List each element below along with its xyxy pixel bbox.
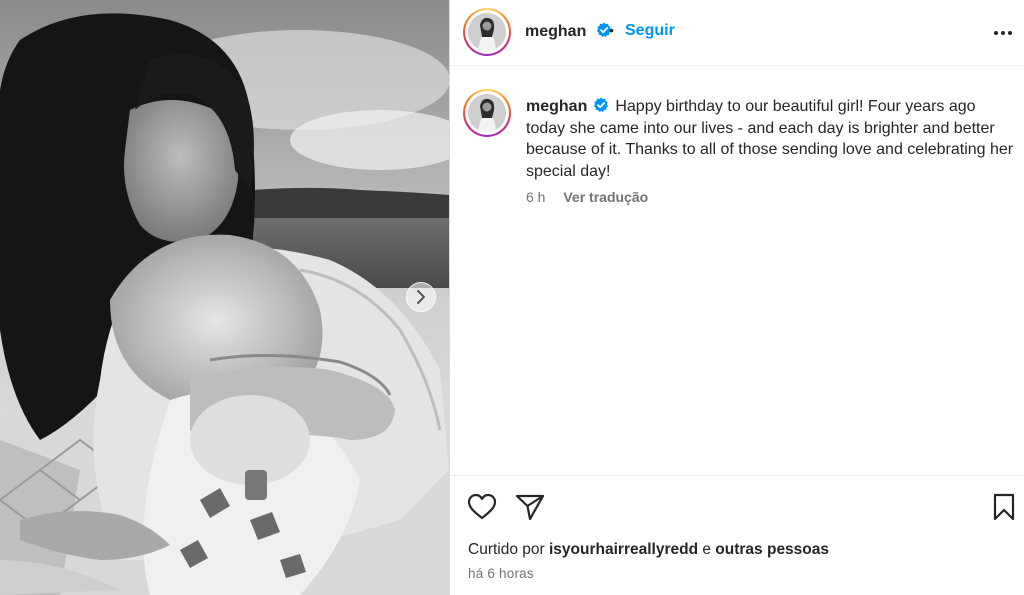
- see-translation-link[interactable]: Ver tradução: [563, 189, 648, 205]
- share-button[interactable]: [515, 493, 545, 526]
- follow-button[interactable]: Seguir: [625, 22, 675, 40]
- header-username[interactable]: meghan: [525, 23, 586, 40]
- more-options-icon: [994, 31, 1012, 35]
- likes-summary: Curtido por isyourhairreallyredd e outra…: [468, 541, 829, 559]
- post-photo[interactable]: [0, 0, 449, 595]
- like-button[interactable]: [467, 493, 497, 526]
- verified-badge-icon: [594, 97, 609, 112]
- actions-divider: [450, 475, 1024, 476]
- post-timestamp: há 6 horas: [468, 566, 534, 581]
- more-options-button[interactable]: [991, 22, 1015, 44]
- paper-plane-icon: [515, 494, 545, 521]
- caption-age: 6 h: [526, 189, 546, 205]
- heart-icon: [467, 493, 497, 520]
- profile-photo: [468, 13, 506, 51]
- header-username-group: meghan: [525, 22, 612, 41]
- caption-meta: 6 h Ver tradução: [526, 189, 648, 205]
- profile-photo: [468, 94, 506, 132]
- likes-prefix: Curtido por: [468, 541, 545, 558]
- liker-username[interactable]: isyourhairreallyredd: [549, 541, 698, 558]
- carousel-next-button[interactable]: [406, 282, 436, 312]
- likes-connector: e: [702, 541, 711, 558]
- post-details-panel: meghan • Seguir meghan Happy birthday to…: [450, 0, 1024, 595]
- post-header: meghan • Seguir: [450, 0, 1024, 66]
- save-button[interactable]: [992, 493, 1016, 526]
- caption-username[interactable]: meghan: [526, 98, 587, 115]
- avatar[interactable]: [463, 8, 511, 56]
- caption-avatar[interactable]: [463, 89, 511, 137]
- photo-mother-hugging-child: [0, 0, 449, 595]
- bookmark-icon: [993, 493, 1015, 521]
- post-caption: meghan Happy birthday to our beautiful g…: [526, 96, 1014, 182]
- header-separator: •: [609, 22, 614, 38]
- chevron-right-icon: [417, 290, 425, 304]
- likes-others-link[interactable]: outras pessoas: [715, 541, 829, 558]
